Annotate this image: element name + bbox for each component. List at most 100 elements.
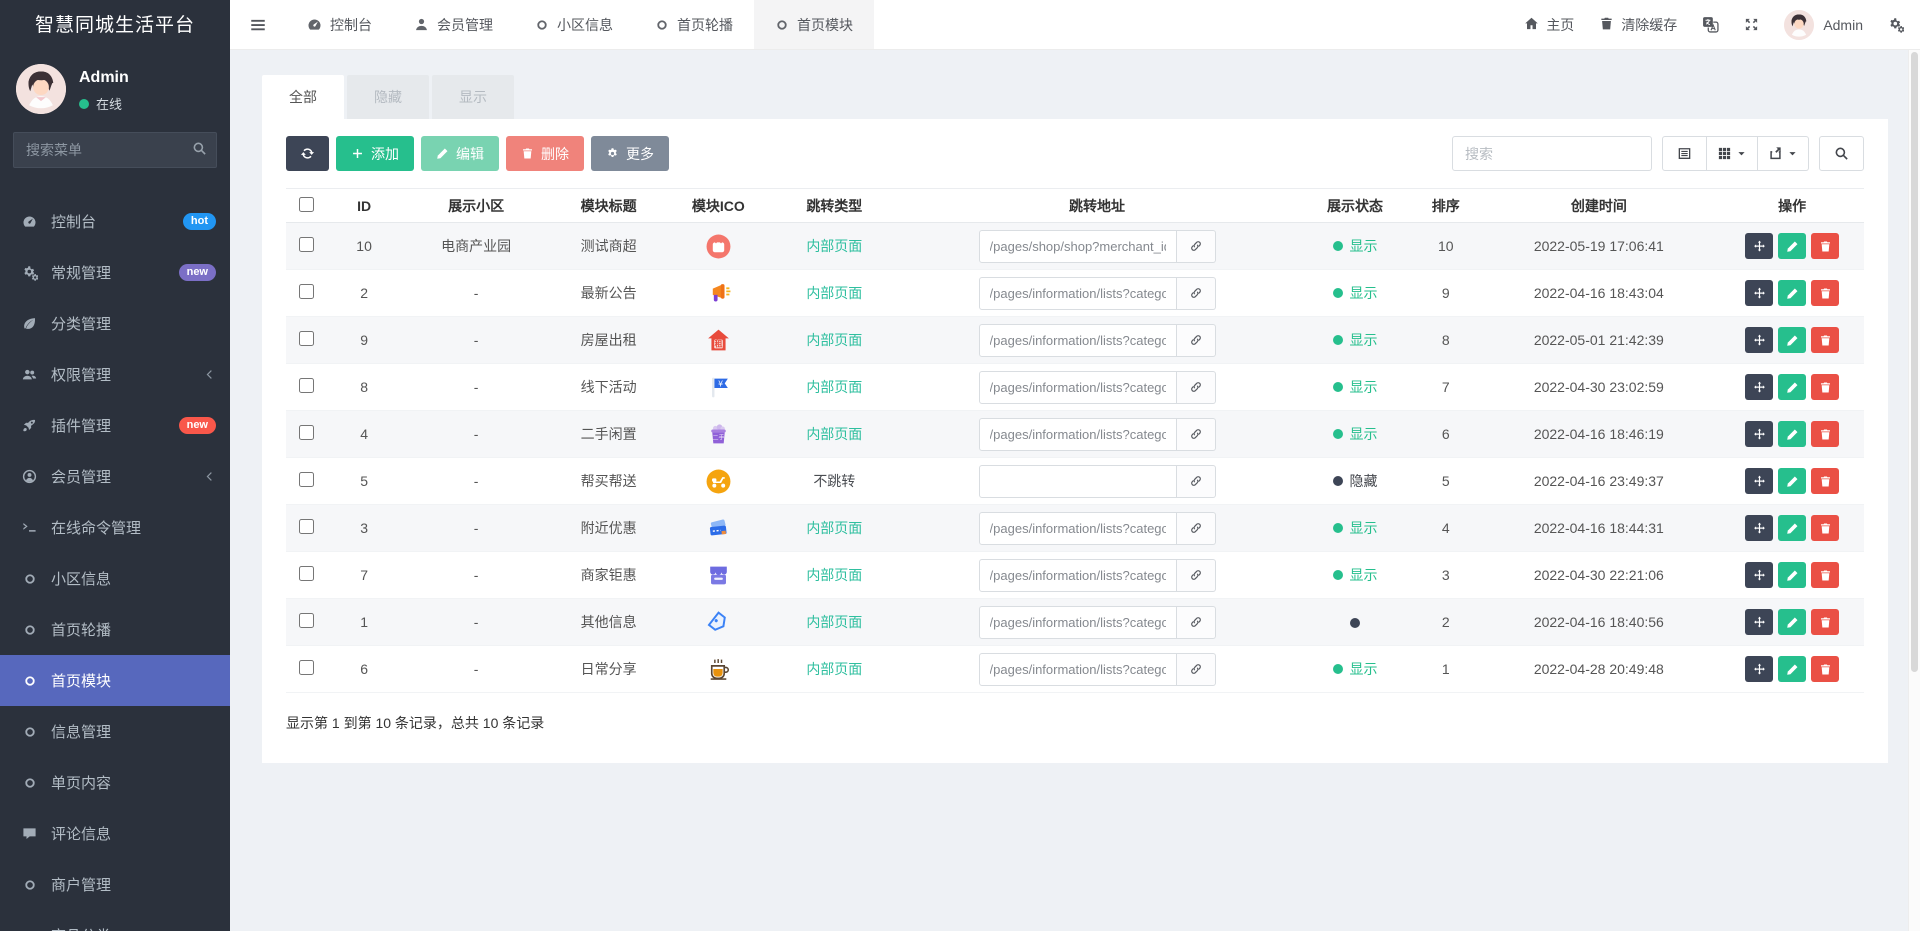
export-button[interactable]: [1758, 136, 1809, 171]
detail-view-button[interactable]: [1662, 136, 1707, 171]
user-avatar[interactable]: [16, 64, 66, 114]
select-all-checkbox[interactable]: [299, 196, 314, 212]
filter-tab-全部[interactable]: 全部: [262, 75, 344, 119]
row-delete-button[interactable]: [1811, 656, 1840, 682]
cell-status[interactable]: [1295, 598, 1415, 646]
cell-status[interactable]: 显示: [1295, 504, 1415, 552]
link-button[interactable]: [1176, 605, 1216, 639]
sidebar-item-首页轮播[interactable]: 首页轮播: [0, 604, 230, 655]
link-button[interactable]: [1176, 276, 1216, 310]
filter-tab-隐藏[interactable]: 隐藏: [347, 75, 429, 119]
jump-url-input[interactable]: [978, 417, 1177, 451]
row-move-button[interactable]: [1745, 515, 1774, 541]
sidebar-item-权限管理[interactable]: 权限管理: [0, 349, 230, 400]
sidebar-item-首页模块[interactable]: 首页模块: [0, 655, 230, 706]
column-header-跳转类型[interactable]: 跳转类型: [770, 188, 899, 223]
jump-url-input[interactable]: [978, 370, 1177, 404]
delete-button[interactable]: 删除: [506, 136, 584, 171]
row-delete-button[interactable]: [1811, 468, 1840, 494]
link-button[interactable]: [1176, 464, 1216, 498]
column-header-操作[interactable]: 操作: [1720, 188, 1864, 223]
row-checkbox[interactable]: [299, 566, 314, 581]
row-delete-button[interactable]: [1811, 233, 1840, 259]
sidebar-item-常规管理[interactable]: 常规管理 new: [0, 247, 230, 298]
column-header-跳转地址[interactable]: 跳转地址: [898, 188, 1296, 223]
row-edit-button[interactable]: [1778, 327, 1807, 353]
sidebar-item-商品分类[interactable]: 商品分类: [0, 910, 230, 931]
hamburger-icon[interactable]: [230, 0, 286, 49]
row-checkbox[interactable]: [299, 331, 314, 346]
row-move-button[interactable]: [1745, 562, 1774, 588]
row-checkbox[interactable]: [299, 519, 314, 534]
cell-status[interactable]: 显示: [1295, 410, 1415, 458]
user-menu[interactable]: Admin: [1784, 9, 1863, 40]
sidebar-item-在线命令管理[interactable]: 在线命令管理: [0, 502, 230, 553]
column-header-展示小区[interactable]: 展示小区: [401, 188, 552, 223]
sidebar-item-信息管理[interactable]: 信息管理: [0, 706, 230, 757]
topbar-tab-小区信息[interactable]: 小区信息: [514, 0, 634, 49]
topbar-tab-会员管理[interactable]: 会员管理: [393, 0, 514, 49]
row-edit-button[interactable]: [1778, 562, 1807, 588]
row-checkbox[interactable]: [299, 660, 314, 675]
cell-status[interactable]: 显示: [1295, 222, 1415, 270]
link-button[interactable]: [1176, 652, 1216, 686]
jump-url-input[interactable]: [978, 229, 1177, 263]
row-move-button[interactable]: [1745, 656, 1774, 682]
jump-url-input[interactable]: [978, 652, 1177, 686]
refresh-button[interactable]: [286, 136, 329, 171]
row-move-button[interactable]: [1745, 280, 1774, 306]
link-button[interactable]: [1176, 511, 1216, 545]
jump-url-input[interactable]: [978, 558, 1177, 592]
row-move-button[interactable]: [1745, 374, 1774, 400]
row-checkbox[interactable]: [299, 237, 314, 252]
sidebar-item-单页内容[interactable]: 单页内容: [0, 757, 230, 808]
home-link[interactable]: 主页: [1524, 15, 1574, 35]
row-checkbox[interactable]: [299, 378, 314, 393]
row-edit-button[interactable]: [1778, 656, 1807, 682]
edit-button[interactable]: 编辑: [421, 136, 499, 171]
column-header-创建时间[interactable]: 创建时间: [1477, 188, 1721, 223]
topbar-tab-首页模块[interactable]: 首页模块: [754, 0, 874, 49]
column-header-排序[interactable]: 排序: [1414, 188, 1478, 223]
sidebar-item-分类管理[interactable]: 分类管理: [0, 298, 230, 349]
row-checkbox[interactable]: [299, 613, 314, 628]
cell-status[interactable]: 显示: [1295, 363, 1415, 411]
row-edit-button[interactable]: [1778, 421, 1807, 447]
topbar-tab-控制台[interactable]: 控制台: [286, 0, 393, 49]
row-move-button[interactable]: [1745, 468, 1774, 494]
column-header-模块标题[interactable]: 模块标题: [551, 188, 667, 223]
jump-url-input[interactable]: [978, 605, 1177, 639]
row-delete-button[interactable]: [1811, 421, 1840, 447]
row-edit-button[interactable]: [1778, 280, 1807, 306]
cell-status[interactable]: 显示: [1295, 316, 1415, 364]
row-move-button[interactable]: [1745, 421, 1774, 447]
link-button[interactable]: [1176, 370, 1216, 404]
jump-url-input[interactable]: [978, 511, 1177, 545]
row-move-button[interactable]: [1745, 327, 1774, 353]
search-toggle-button[interactable]: [1819, 136, 1864, 171]
row-checkbox[interactable]: [299, 472, 314, 487]
row-delete-button[interactable]: [1811, 609, 1840, 635]
row-edit-button[interactable]: [1778, 374, 1807, 400]
filter-tab-显示[interactable]: 显示: [432, 75, 514, 119]
link-button[interactable]: [1176, 417, 1216, 451]
sidebar-item-评论信息[interactable]: 评论信息: [0, 808, 230, 859]
more-button[interactable]: 更多: [591, 136, 669, 171]
row-edit-button[interactable]: [1778, 515, 1807, 541]
row-delete-button[interactable]: [1811, 280, 1840, 306]
row-delete-button[interactable]: [1811, 327, 1840, 353]
language-icon[interactable]: [1702, 16, 1719, 33]
row-edit-button[interactable]: [1778, 233, 1807, 259]
cell-status[interactable]: 显示: [1295, 551, 1415, 599]
link-button[interactable]: [1176, 229, 1216, 263]
sidebar-item-小区信息[interactable]: 小区信息: [0, 553, 230, 604]
sidebar-item-商户管理[interactable]: 商户管理: [0, 859, 230, 910]
row-edit-button[interactable]: [1778, 609, 1807, 635]
clear-cache-link[interactable]: 清除缓存: [1599, 15, 1677, 35]
column-header-模块ICO[interactable]: 模块ICO: [666, 188, 771, 223]
column-header-展示状态[interactable]: 展示状态: [1295, 188, 1415, 223]
row-move-button[interactable]: [1745, 233, 1774, 259]
sidebar-item-插件管理[interactable]: 插件管理 new: [0, 400, 230, 451]
cell-status[interactable]: 显示: [1295, 645, 1415, 693]
sidebar-search-input[interactable]: [13, 132, 217, 168]
